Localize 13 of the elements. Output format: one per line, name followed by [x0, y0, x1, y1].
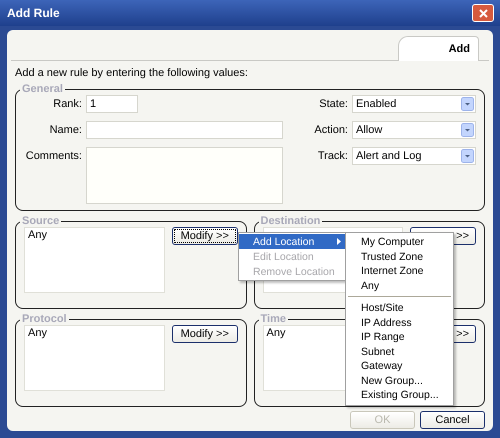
group-title: Time — [260, 313, 287, 325]
field-label: Rank: — [52, 97, 82, 110]
window-title: Add Rule — [7, 6, 60, 20]
group-title: Source — [21, 215, 60, 227]
field-label: Name: — [48, 123, 82, 136]
group-title: Protocol — [21, 313, 68, 325]
field-label: State: — [319, 97, 348, 110]
group-title: Destination — [260, 215, 322, 227]
field-label: Track: — [318, 149, 348, 162]
group-title: General — [21, 83, 64, 95]
instruction-text: Add a new rule by entering the following values: — [15, 67, 249, 79]
field-label: Action: — [314, 123, 348, 136]
field-label: Comments: — [24, 149, 82, 162]
